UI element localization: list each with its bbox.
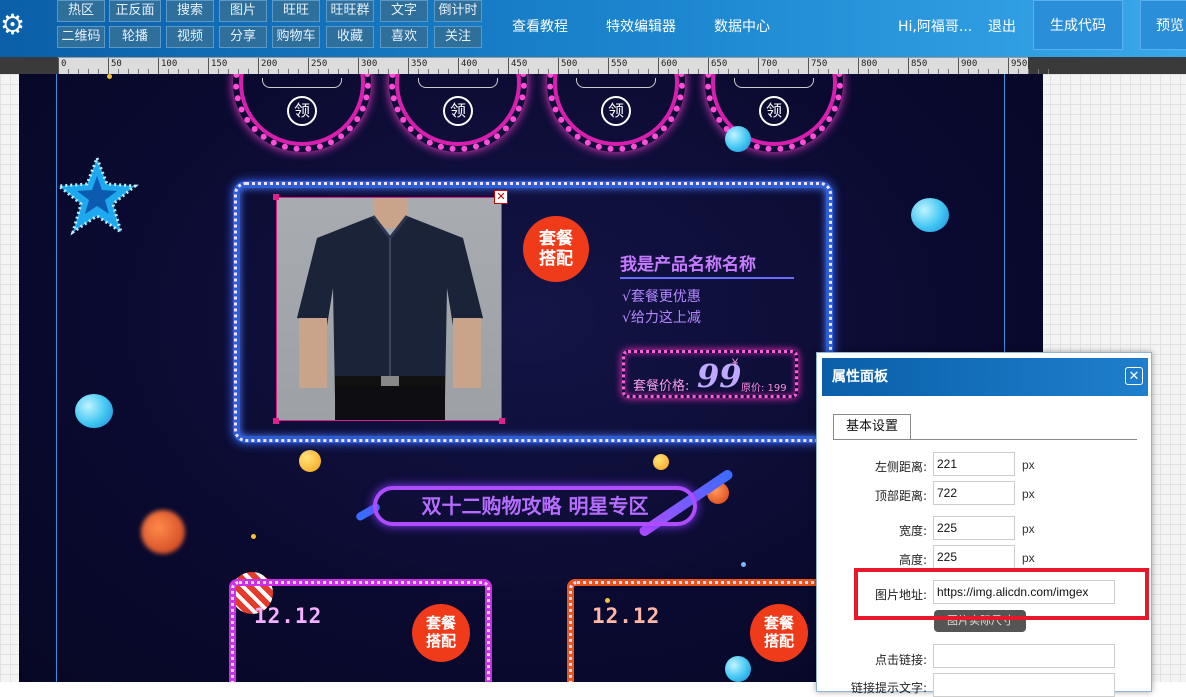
tool-follow[interactable]: 关注 bbox=[434, 26, 482, 48]
coupon-amount-pill bbox=[576, 78, 656, 88]
product-card[interactable]: 12.12 套餐 搭配 bbox=[229, 579, 492, 682]
tool-share[interactable]: 分享 bbox=[219, 26, 267, 48]
coupon-claim-label: 领 bbox=[443, 96, 473, 126]
resize-handle[interactable] bbox=[273, 418, 279, 424]
coupon-circle[interactable]: 领 bbox=[389, 74, 527, 152]
section-banner: 双十二购物攻略 明星专区 bbox=[373, 486, 697, 526]
width-label: 宽度: bbox=[898, 524, 927, 538]
ruler-scale: 0 50 100 150 200 250 300 350 400 450 500 550 600 650 7… bbox=[58, 57, 1049, 75]
price-box: 套餐价格: 99 ¥ 原价: 199 bbox=[622, 350, 798, 398]
user-greeting: Hi,阿福哥... bbox=[898, 19, 973, 35]
click-link-input[interactable] bbox=[933, 644, 1115, 668]
ruler-tick-label: 50 bbox=[108, 58, 122, 75]
panel-title[interactable]: 属性面板 bbox=[822, 358, 1148, 396]
horizontal-ruler: 0 50 100 150 200 250 300 350 400 450 500 550 600 650 7… bbox=[0, 57, 1186, 75]
width-unit: px bbox=[1022, 522, 1035, 536]
star-decoration bbox=[55, 154, 139, 236]
width-input[interactable]: 225 bbox=[933, 516, 1015, 540]
tab-basic-settings[interactable]: 基本设置 bbox=[833, 414, 911, 440]
close-icon[interactable]: ✕ bbox=[1125, 367, 1143, 385]
combo-badge: 套餐 搭配 bbox=[523, 216, 589, 282]
logout-link[interactable]: 退出 bbox=[988, 16, 1016, 36]
delete-element-button[interactable]: ✕ bbox=[494, 190, 508, 204]
left-offset-input[interactable]: 221 bbox=[933, 452, 1015, 476]
highlight-box bbox=[854, 568, 1149, 620]
product-feature: √套餐更优惠 bbox=[622, 289, 701, 305]
coupon-circle[interactable]: 领 bbox=[547, 74, 685, 152]
tool-wangwang-group[interactable]: 旺旺群 bbox=[326, 0, 374, 22]
gear-icon[interactable]: ⚙ bbox=[0, 10, 25, 40]
sparkle-dot bbox=[741, 562, 746, 567]
price-label: 套餐价格: bbox=[633, 379, 690, 394]
badge-line: 套餐 bbox=[425, 614, 456, 632]
resize-handle[interactable] bbox=[273, 194, 279, 200]
coupon-claim-label: 领 bbox=[287, 96, 317, 126]
height-label: 高度: bbox=[898, 553, 927, 567]
card-date: 12.12 bbox=[254, 604, 323, 628]
ruler-tick-label: 0 bbox=[58, 58, 66, 75]
tool-carousel[interactable]: 轮播 bbox=[109, 26, 161, 48]
height-input[interactable]: 225 bbox=[933, 545, 1015, 569]
top-offset-input[interactable]: 722 bbox=[933, 481, 1015, 505]
left-offset-label: 左侧距离: bbox=[874, 460, 927, 474]
badge-line: 搭配 bbox=[763, 632, 794, 650]
price-currency: ¥ bbox=[732, 357, 739, 369]
tool-wangwang[interactable]: 旺旺 bbox=[272, 0, 320, 22]
tool-favorite[interactable]: 收藏 bbox=[326, 26, 374, 48]
coin-decoration bbox=[299, 450, 321, 472]
badge-line: 套餐 bbox=[763, 614, 794, 632]
candy-decoration bbox=[75, 394, 113, 428]
top-offset-unit: px bbox=[1022, 487, 1035, 501]
product-name: 我是产品名称名称 bbox=[620, 250, 794, 279]
tool-countdown[interactable]: 倒计时 bbox=[434, 0, 482, 22]
sparkle-dot bbox=[251, 534, 256, 539]
tool-flip[interactable]: 正反面 bbox=[109, 0, 161, 22]
shirt-model-icon bbox=[297, 198, 483, 420]
generate-code-button[interactable]: 生成代码 bbox=[1033, 0, 1123, 50]
coupon-amount-pill bbox=[418, 78, 498, 88]
tool-like[interactable]: 喜欢 bbox=[380, 26, 428, 48]
orb-decoration bbox=[141, 510, 185, 554]
original-price: 原价: 199 bbox=[741, 383, 787, 394]
coupon-claim-label: 领 bbox=[759, 96, 789, 126]
resize-handle[interactable] bbox=[499, 418, 505, 424]
top-toolbar: ⚙ 热区 正反面 搜索 图片 旺旺 旺旺群 文字 倒计时 二维码 轮播 视频 分… bbox=[0, 0, 1186, 57]
sparkle-dot bbox=[107, 74, 112, 79]
top-offset-label: 顶部距离: bbox=[874, 489, 927, 503]
tool-search[interactable]: 搜索 bbox=[166, 0, 214, 22]
tool-qrcode[interactable]: 二维码 bbox=[57, 26, 105, 48]
card-date: 12.12 bbox=[592, 604, 661, 628]
tool-cart[interactable]: 购物车 bbox=[272, 26, 320, 48]
height-unit: px bbox=[1022, 551, 1035, 565]
nav-tutorial[interactable]: 查看教程 bbox=[512, 16, 568, 36]
candy-decoration bbox=[725, 126, 751, 152]
nav-effects-editor[interactable]: 特效编辑器 bbox=[606, 16, 676, 36]
coin-decoration bbox=[653, 454, 669, 470]
coupon-amount-pill bbox=[262, 78, 342, 88]
badge-line: 搭配 bbox=[425, 632, 456, 650]
nav-data-center[interactable]: 数据中心 bbox=[714, 16, 770, 36]
properties-panel: 属性面板 ✕ 基本设置 左侧距离: 221 px 顶部距离: 722 px 宽度… bbox=[816, 352, 1152, 697]
left-offset-unit: px bbox=[1022, 458, 1035, 472]
badge-line: 套餐 bbox=[539, 229, 573, 249]
tool-text[interactable]: 文字 bbox=[380, 0, 428, 22]
preview-button[interactable]: 预览 bbox=[1140, 0, 1186, 50]
coupon-amount-pill bbox=[734, 78, 814, 88]
product-feature: √给力这上减 bbox=[622, 310, 701, 326]
tool-video[interactable]: 视频 bbox=[166, 26, 214, 48]
coupon-circle[interactable]: 领 bbox=[233, 74, 371, 152]
combo-badge: 套餐 搭配 bbox=[750, 604, 808, 662]
candy-decoration bbox=[911, 198, 949, 232]
tool-image[interactable]: 图片 bbox=[219, 0, 267, 22]
link-tip-input[interactable] bbox=[933, 673, 1115, 697]
product-image[interactable] bbox=[276, 197, 502, 421]
combo-badge: 套餐 搭配 bbox=[412, 604, 470, 662]
product-card[interactable]: 12.12 套餐 搭配 bbox=[567, 579, 830, 682]
click-link-label: 点击链接: bbox=[874, 653, 927, 667]
coupon-claim-label: 领 bbox=[601, 96, 631, 126]
badge-line: 搭配 bbox=[539, 249, 573, 269]
tab-divider bbox=[833, 439, 1137, 440]
tool-hotspot[interactable]: 热区 bbox=[57, 0, 105, 22]
